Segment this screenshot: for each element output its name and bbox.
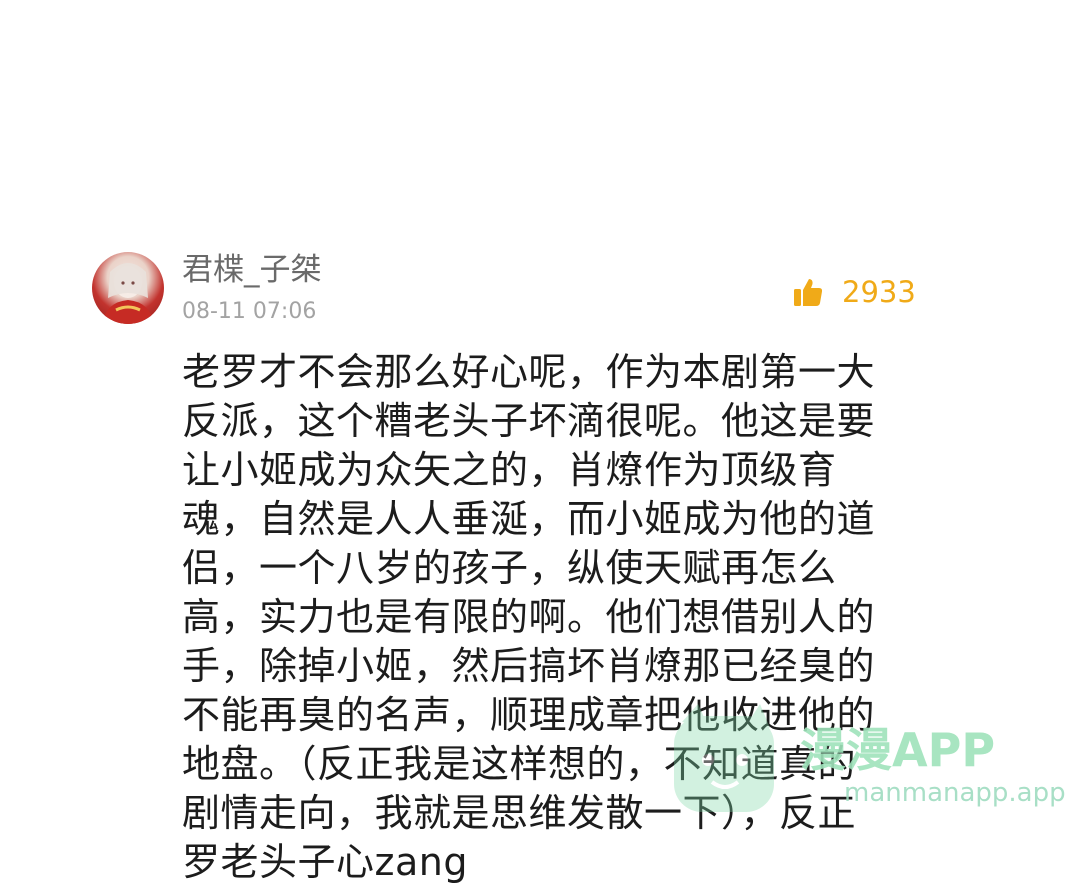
comment-username[interactable]: 君楪_子桀	[182, 250, 322, 290]
comment-body-line: 不能再臭的名声，顺理成章把他收进他的	[182, 693, 876, 737]
comment-card: 君楪_子桀 08-11 07:06 2933 老罗才不会那么好心呢，作为本剧第一…	[0, 0, 1080, 884]
comment-body-line: 剧情走向，我就是思维发散一下），反正	[182, 791, 857, 835]
comment-body-line: 老罗才不会那么好心呢，作为本剧第一大	[182, 350, 876, 394]
thumbs-up-icon	[792, 276, 824, 308]
comment-body-line: 地盘。（反正我是这样想的，不知道真的	[182, 742, 857, 786]
comment-body-line: 高，实力也是有限的啊。他们想借别人的	[182, 595, 876, 639]
comment-body-line: 让小姬成为众矢之的，肖燎作为顶级育	[182, 448, 837, 492]
comment-body-line: 魂，自然是人人垂涎，而小姬成为他的道	[182, 497, 876, 541]
comment-body-line: 罗老头子心zang	[182, 840, 468, 884]
comment-body-line: 侣，一个八岁的孩子，纵使天赋再怎么	[182, 546, 837, 590]
like-count: 2933	[842, 275, 916, 309]
comment-body: 老罗才不会那么好心呢，作为本剧第一大 反派，这个糟老头子坏滴很呢。他这是要 让小…	[182, 348, 902, 887]
user-avatar[interactable]	[92, 252, 164, 324]
like-button[interactable]: 2933	[792, 274, 916, 310]
comment-body-line: 手，除掉小姬，然后搞坏肖燎那已经臭的	[182, 644, 876, 688]
comment-body-line: 反派，这个糟老头子坏滴很呢。他这是要	[182, 399, 876, 443]
comment-timestamp: 08-11 07:06	[182, 299, 317, 324]
avatar-illustration	[102, 263, 154, 324]
